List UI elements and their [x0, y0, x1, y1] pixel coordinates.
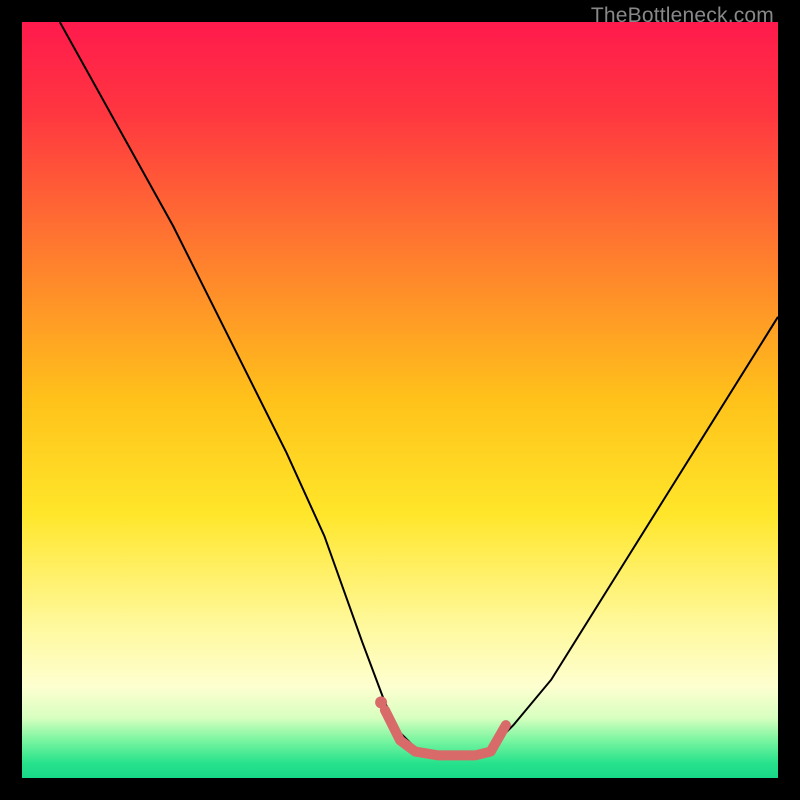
- watermark-text: TheBottleneck.com: [591, 4, 774, 28]
- bottleneck-chart: [22, 22, 778, 778]
- chart-background: [22, 22, 778, 778]
- series-sweet_spot_dot-point: [375, 696, 387, 708]
- chart-frame: [22, 22, 778, 778]
